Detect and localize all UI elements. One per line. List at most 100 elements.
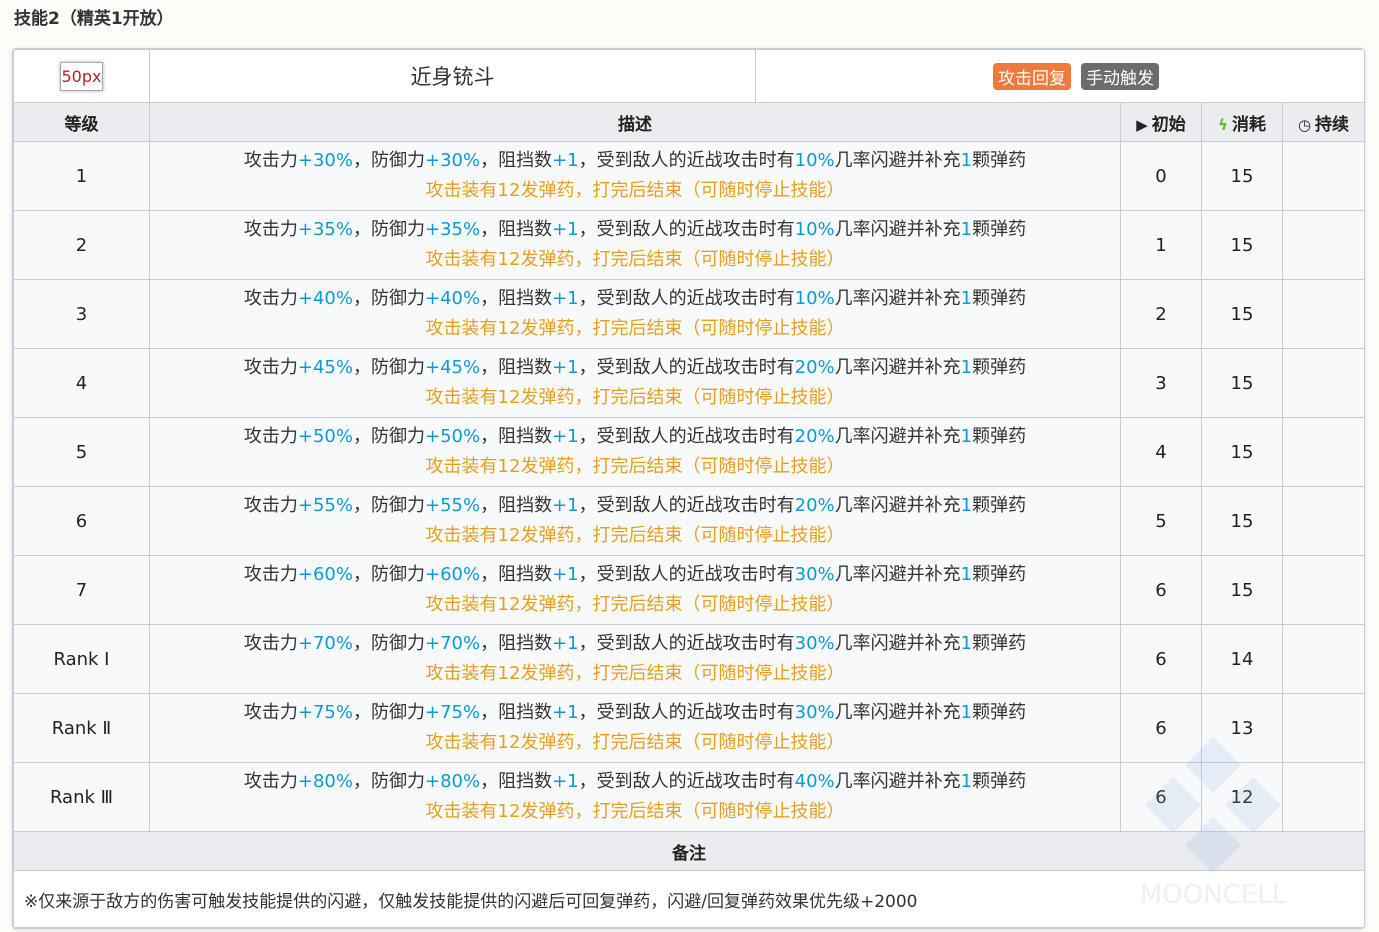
melee-label: ，受到敌人的近战攻击时有 <box>578 702 795 723</box>
cost-cell: 15 <box>1201 141 1283 211</box>
description-cell: 攻击力+40%，防御力+40%，阻挡数+1，受到敌人的近战攻击时有10%几率闪避… <box>149 279 1121 349</box>
atk-label: 攻击力 <box>243 426 298 447</box>
description-cell: 攻击力+60%，防御力+60%，阻挡数+1，受到敌人的近战攻击时有30%几率闪避… <box>149 555 1121 625</box>
description-line-1: 攻击力+35%，防御力+35%，阻挡数+1，受到敌人的近战攻击时有10%几率闪避… <box>150 215 1120 245</box>
def-value: +75% <box>424 702 481 723</box>
dodge-chance: 10% <box>794 219 835 240</box>
def-label: ，防御力 <box>352 150 425 171</box>
atk-value: +60% <box>297 564 353 585</box>
description-line-2: 攻击装有12发弹药，打完后结束（可随时停止技能） <box>425 318 845 339</box>
atk-label: 攻击力 <box>243 288 298 309</box>
block-label: ，阻挡数 <box>480 219 553 240</box>
dodge-label: 几率闪避并补充 <box>834 288 961 309</box>
level-cell: Rank Ⅱ <box>13 693 150 763</box>
notes-header-row: 备注 <box>13 831 1364 871</box>
block-value: +1 <box>552 633 579 654</box>
skill-table: 50px 近身铳斗 攻击回复 手动触发 等级 描述 ▶ 初始 ϟ 消耗 ◷ 持续 1 攻击… <box>13 49 1364 928</box>
description-line-2: 攻击装有12发弹药，打完后结束（可随时停止技能） <box>425 180 845 201</box>
ammo-label: 颗弹药 <box>972 219 1027 240</box>
cost-cell: 14 <box>1201 624 1283 694</box>
atk-value: +55% <box>297 495 353 516</box>
ammo-count: 1 <box>960 633 973 654</box>
description-cell: 攻击力+80%，防御力+80%，阻挡数+1，受到敌人的近战攻击时有40%几率闪避… <box>149 762 1121 832</box>
level-row: 1 攻击力+30%，防御力+30%，阻挡数+1，受到敌人的近战攻击时有10%几率闪… <box>13 141 1364 211</box>
atk-value: +35% <box>297 219 353 240</box>
atk-label: 攻击力 <box>243 564 298 585</box>
block-value: +1 <box>552 495 579 516</box>
def-label: ，防御力 <box>352 771 425 792</box>
clock-icon: ◷ <box>1297 115 1312 134</box>
block-value: +1 <box>552 771 579 792</box>
ammo-count: 1 <box>960 564 973 585</box>
melee-label: ，受到敌人的近战攻击时有 <box>578 357 795 378</box>
initial-cell: 1 <box>1120 210 1202 280</box>
dodge-chance: 20% <box>794 357 835 378</box>
description-line-2: 攻击装有12发弹药，打完后结束（可随时停止技能） <box>425 663 845 684</box>
dodge-chance: 30% <box>794 564 835 585</box>
section-title: 技能2（精英1开放） <box>14 9 174 29</box>
atk-label: 攻击力 <box>243 771 298 792</box>
dodge-chance: 10% <box>794 288 835 309</box>
ammo-count: 1 <box>960 357 973 378</box>
ammo-label: 颗弹药 <box>972 495 1027 516</box>
def-value: +40% <box>424 288 481 309</box>
ammo-label: 颗弹药 <box>972 771 1027 792</box>
def-value: +60% <box>424 564 481 585</box>
def-value: +55% <box>424 495 481 516</box>
column-header-row: 等级 描述 ▶ 初始 ϟ 消耗 ◷ 持续 <box>13 102 1364 142</box>
initial-cell: 5 <box>1120 486 1202 556</box>
initial-cell: 0 <box>1120 141 1202 211</box>
ammo-label: 颗弹药 <box>972 357 1027 378</box>
melee-label: ，受到敌人的近战攻击时有 <box>578 150 795 171</box>
description-line-1: 攻击力+70%，防御力+70%，阻挡数+1，受到敌人的近战攻击时有30%几率闪避… <box>150 629 1120 659</box>
def-value: +35% <box>424 219 481 240</box>
level-row: 4 攻击力+45%，防御力+45%，阻挡数+1，受到敌人的近战攻击时有20%几率闪… <box>13 348 1364 418</box>
ammo-count: 1 <box>960 495 973 516</box>
level-cell: 5 <box>13 417 150 487</box>
description-cell: 攻击力+70%，防御力+70%，阻挡数+1，受到敌人的近战攻击时有30%几率闪避… <box>149 624 1121 694</box>
level-cell: 7 <box>13 555 150 625</box>
description-line-1: 攻击力+30%，防御力+30%，阻挡数+1，受到敌人的近战攻击时有10%几率闪避… <box>150 146 1120 176</box>
def-value: +70% <box>424 633 481 654</box>
dodge-label: 几率闪避并补充 <box>834 219 961 240</box>
def-label: ，防御力 <box>352 702 425 723</box>
dodge-label: 几率闪避并补充 <box>834 150 961 171</box>
dodge-chance: 30% <box>794 633 835 654</box>
skill-header-row: 50px 近身铳斗 攻击回复 手动触发 <box>13 49 1364 103</box>
ammo-label: 颗弹药 <box>972 564 1027 585</box>
dodge-label: 几率闪避并补充 <box>834 702 961 723</box>
atk-value: +30% <box>297 150 353 171</box>
level-row: Rank Ⅰ 攻击力+70%，防御力+70%，阻挡数+1，受到敌人的近战攻击时有3… <box>13 624 1364 694</box>
level-cell: Rank Ⅲ <box>13 762 150 832</box>
duration-cell <box>1282 693 1364 763</box>
cost-cell: 13 <box>1201 693 1283 763</box>
description-cell: 攻击力+75%，防御力+75%，阻挡数+1，受到敌人的近战攻击时有30%几率闪避… <box>149 693 1121 763</box>
def-label: ，防御力 <box>352 288 425 309</box>
cost-cell: 15 <box>1201 486 1283 556</box>
atk-value: +40% <box>297 288 353 309</box>
dodge-label: 几率闪避并补充 <box>834 357 961 378</box>
header-level: 等级 <box>13 102 150 142</box>
duration-cell <box>1282 486 1364 556</box>
description-cell: 攻击力+35%，防御力+35%，阻挡数+1，受到敌人的近战攻击时有10%几率闪避… <box>149 210 1121 280</box>
header-duration: ◷ 持续 <box>1282 102 1364 142</box>
skill-table-card: 50px 近身铳斗 攻击回复 手动触发 等级 描述 ▶ 初始 ϟ 消耗 ◷ 持续 1 攻击… <box>12 48 1365 929</box>
melee-label: ，受到敌人的近战攻击时有 <box>578 633 795 654</box>
def-value: +80% <box>424 771 481 792</box>
ammo-count: 1 <box>960 288 973 309</box>
block-value: +1 <box>552 426 579 447</box>
atk-label: 攻击力 <box>243 633 298 654</box>
atk-label: 攻击力 <box>243 495 298 516</box>
description-cell: 攻击力+50%，防御力+50%，阻挡数+1，受到敌人的近战攻击时有20%几率闪避… <box>149 417 1121 487</box>
block-value: +1 <box>552 357 579 378</box>
block-label: ，阻挡数 <box>480 288 553 309</box>
description-line-1: 攻击力+40%，防御力+40%，阻挡数+1，受到敌人的近战攻击时有10%几率闪避… <box>150 284 1120 314</box>
melee-label: ，受到敌人的近战攻击时有 <box>578 288 795 309</box>
def-label: ，防御力 <box>352 495 425 516</box>
atk-value: +75% <box>297 702 353 723</box>
dodge-label: 几率闪避并补充 <box>834 426 961 447</box>
block-value: +1 <box>552 219 579 240</box>
header-duration-label: 持续 <box>1315 114 1350 135</box>
def-label: ，防御力 <box>352 633 425 654</box>
atk-label: 攻击力 <box>243 219 298 240</box>
